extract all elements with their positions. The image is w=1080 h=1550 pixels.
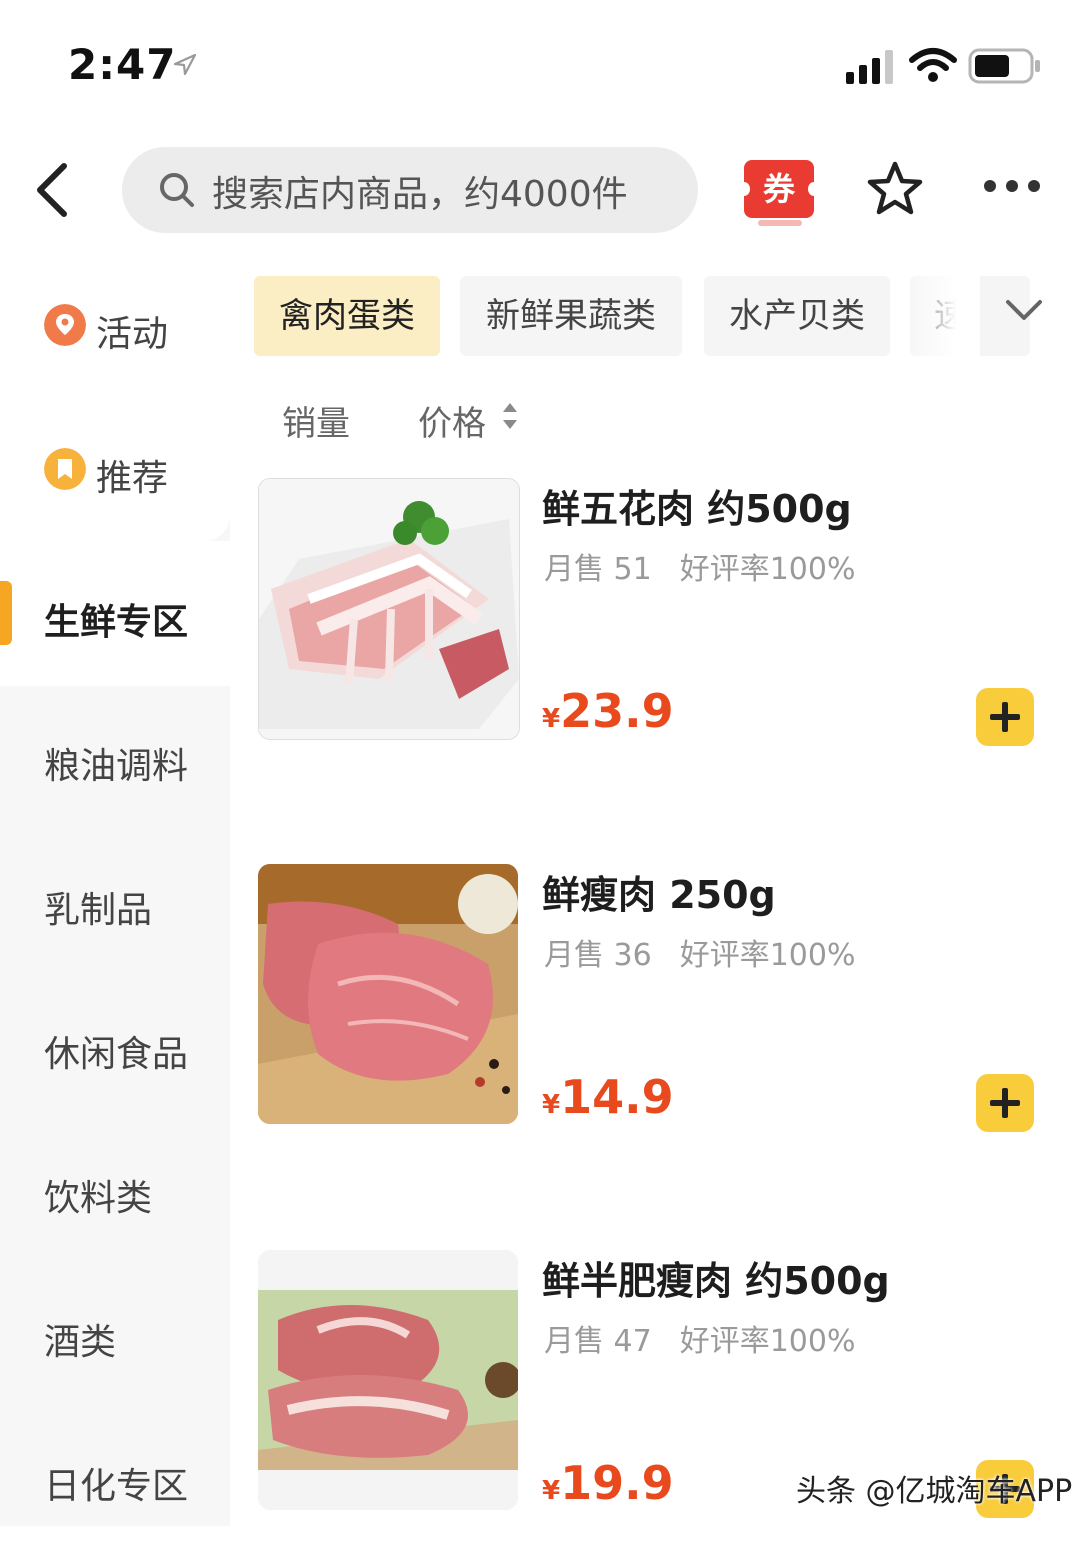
- product-name: 鲜半肥瘦肉 约500g: [542, 1259, 890, 1303]
- sidebar-item-dairy[interactable]: 乳制品: [44, 881, 152, 933]
- price-value: 19.9: [560, 1456, 674, 1510]
- sidebar-active-indicator: [0, 581, 12, 645]
- coupon-underline: [758, 220, 802, 226]
- chips-fade-overlay: [900, 260, 980, 370]
- search-input[interactable]: 搜索店内商品，约4000件: [122, 147, 698, 233]
- product-meta: 月售 47 好评率100%: [544, 1316, 856, 1360]
- watermark-text: 头条 @亿城淘车APP: [796, 1474, 1073, 1509]
- coupon-button[interactable]: 券: [738, 160, 820, 218]
- search-icon: [160, 173, 194, 207]
- product-name: 鲜五花肉 约500g: [542, 487, 852, 531]
- pork-belly-photo: [259, 479, 519, 739]
- half-fat-pork-photo: [258, 1250, 518, 1510]
- product-monthly-sales: 月售 36: [544, 938, 652, 973]
- sidebar-item-grain-oil[interactable]: 粮油调料: [44, 737, 188, 789]
- price-value: 14.9: [560, 1070, 674, 1124]
- product-price: ¥19.9: [542, 1456, 674, 1510]
- sidebar-item-liquor[interactable]: 酒类: [44, 1313, 116, 1365]
- status-time: 2:47: [68, 40, 177, 89]
- favorite-star-icon[interactable]: [866, 160, 924, 218]
- product-meta: 月售 36 好评率100%: [544, 930, 856, 974]
- product-rating: 好评率100%: [679, 938, 856, 973]
- sort-arrows-icon: [503, 403, 517, 429]
- chip-seafood[interactable]: 水产贝类: [704, 276, 890, 356]
- chip-poultry-meat-eggs[interactable]: 禽肉蛋类: [254, 276, 440, 356]
- product-image-lean-pork[interactable]: [258, 864, 518, 1124]
- sidebar-item-daily-goods[interactable]: 日化专区: [44, 1457, 188, 1509]
- price-value: 23.9: [560, 684, 674, 738]
- product-name: 鲜瘦肉 250g: [542, 873, 776, 917]
- sidebar-lower-section: [0, 686, 230, 1526]
- product-price: ¥23.9: [542, 684, 674, 738]
- location-arrow-icon: [173, 53, 197, 76]
- product-rating: 好评率100%: [679, 1324, 856, 1359]
- product-card[interactable]: 鲜五花肉 约500g 月售 51 好评率100% ¥23.9: [258, 478, 1058, 778]
- add-to-cart-button[interactable]: [976, 1074, 1034, 1132]
- product-monthly-sales: 月售 47: [544, 1324, 652, 1359]
- category-sidebar: 活动 推荐 生鲜专区 粮油调料 乳制品 休闲食品 饮料类 酒类 日化专区: [0, 253, 230, 1526]
- battery-icon: [968, 48, 1040, 84]
- more-options-icon[interactable]: [982, 178, 1042, 194]
- activity-icon: [44, 304, 86, 346]
- price-currency: ¥: [542, 1090, 561, 1120]
- add-to-cart-button[interactable]: [976, 688, 1034, 746]
- sort-by-sales[interactable]: 销量: [282, 396, 350, 445]
- chip-fresh-produce[interactable]: 新鲜果蔬类: [460, 276, 682, 356]
- chevron-down-icon[interactable]: [1004, 296, 1044, 326]
- product-card[interactable]: 鲜瘦肉 250g 月售 36 好评率100% ¥14.9: [258, 864, 1058, 1164]
- sidebar-item-drinks[interactable]: 饮料类: [44, 1169, 152, 1221]
- price-currency: ¥: [542, 1476, 561, 1506]
- wifi-icon: [909, 48, 957, 82]
- sidebar-item-activity[interactable]: 活动: [96, 305, 168, 357]
- product-price: ¥14.9: [542, 1070, 674, 1124]
- sidebar-item-recommend[interactable]: 推荐: [96, 449, 168, 501]
- sidebar-item-fresh[interactable]: 生鲜专区: [44, 593, 188, 645]
- price-currency: ¥: [542, 704, 561, 734]
- back-arrow-icon[interactable]: [30, 160, 74, 220]
- sort-by-price[interactable]: 价格: [418, 396, 486, 445]
- product-image-pork-belly[interactable]: [258, 478, 520, 740]
- product-monthly-sales: 月售 51: [544, 552, 652, 587]
- cellular-signal-icon: [846, 50, 893, 84]
- sidebar-item-snacks[interactable]: 休闲食品: [44, 1025, 188, 1077]
- product-image-half-fat-pork[interactable]: [258, 1250, 518, 1510]
- nav-bar: 搜索店内商品，约4000件 券: [0, 130, 1080, 250]
- lean-pork-photo: [258, 864, 518, 1124]
- product-meta: 月售 51 好评率100%: [544, 544, 856, 588]
- status-bar: 2:47: [0, 0, 1080, 120]
- recommend-icon: [44, 448, 86, 490]
- product-rating: 好评率100%: [679, 552, 856, 587]
- search-placeholder: 搜索店内商品，约4000件: [212, 174, 628, 215]
